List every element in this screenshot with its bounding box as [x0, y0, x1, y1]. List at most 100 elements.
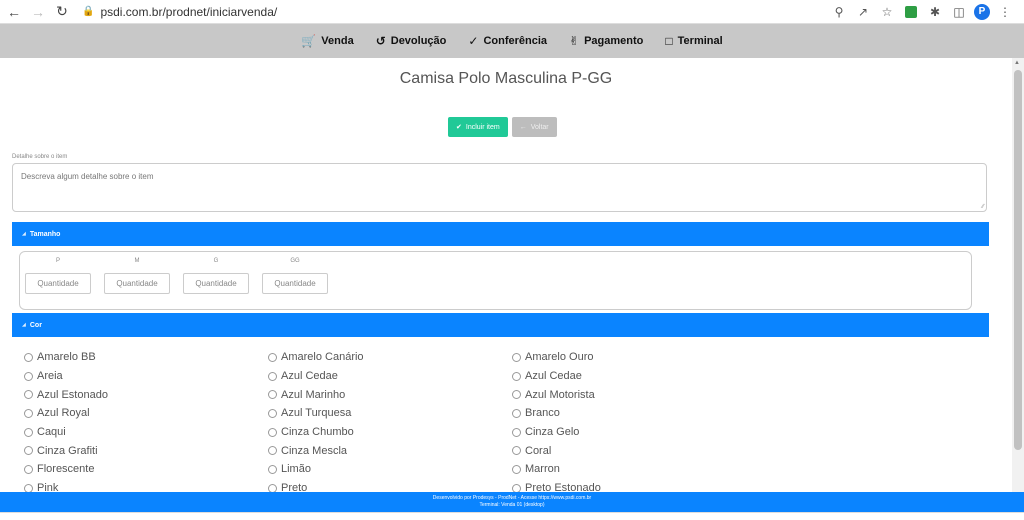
color-radio[interactable] [512, 390, 521, 400]
nav-pagamento[interactable]: ✌ Pagamento [569, 34, 643, 48]
color-radio[interactable] [24, 390, 33, 400]
share-icon[interactable]: ↗ [854, 3, 872, 21]
color-option[interactable]: Amarelo Canário [268, 351, 512, 363]
color-option[interactable]: Azul Royal [24, 407, 268, 419]
color-radio[interactable] [268, 408, 277, 418]
color-option[interactable]: Marron [512, 463, 756, 475]
color-option[interactable]: Pink [24, 482, 268, 492]
color-option-label: Amarelo BB [37, 351, 96, 364]
color-radio[interactable] [512, 371, 521, 381]
caret-icon: ◢ [22, 322, 26, 328]
color-radio[interactable] [512, 352, 521, 362]
extension-green-icon[interactable] [902, 3, 920, 21]
color-option[interactable]: Preto Estonado [512, 482, 756, 492]
forward-arrow-icon[interactable]: → [28, 2, 48, 22]
profile-avatar[interactable]: P [974, 3, 990, 20]
color-option[interactable]: Areia [24, 370, 268, 382]
nav-conferencia-label: Conferência [483, 35, 548, 47]
kebab-menu-icon[interactable]: ⋮ [996, 3, 1014, 21]
color-radio[interactable] [512, 446, 521, 456]
color-option-label: Cinza Grafiti [37, 444, 98, 457]
zoom-icon[interactable]: ⚲ [830, 3, 848, 21]
color-option[interactable]: Azul Cedae [512, 370, 756, 382]
color-option[interactable]: Azul Motorista [512, 389, 756, 401]
color-option-label: Azul Motorista [525, 388, 595, 401]
color-radio[interactable] [24, 446, 33, 456]
nav-devolucao[interactable]: ↺ Devolução [376, 34, 447, 48]
color-radio[interactable] [268, 464, 277, 474]
lock-icon[interactable]: 🔒 [82, 6, 94, 17]
color-option[interactable]: Azul Turquesa [268, 407, 512, 419]
color-radio[interactable] [512, 464, 521, 474]
reload-icon[interactable]: ↻ [52, 2, 72, 22]
color-option[interactable]: Cinza Grafiti [24, 445, 268, 457]
back-label: Voltar [530, 123, 549, 131]
size-col-p: P Quantidade [25, 258, 91, 294]
color-radio[interactable] [24, 464, 33, 474]
sidebar-icon[interactable]: ◫ [950, 3, 968, 21]
quantity-placeholder: Quantidade [37, 279, 79, 288]
size-label-g: G [213, 258, 219, 264]
color-option[interactable]: Azul Cedae [268, 370, 512, 382]
color-row: Azul Royal Azul Turquesa Branco [24, 404, 764, 423]
include-item-button[interactable]: ✔ Incluir item [448, 117, 508, 137]
color-option[interactable]: Caqui [24, 426, 268, 438]
resize-handle-icon[interactable]: ∕∕ [982, 204, 984, 210]
size-section-header[interactable]: ◢ Tamanho [12, 222, 989, 246]
color-radio[interactable] [268, 446, 277, 456]
arrow-left-icon: ← [519, 123, 527, 131]
color-option-label: Cinza Chumbo [281, 426, 354, 439]
color-radio[interactable] [512, 427, 521, 437]
color-option[interactable]: Cinza Gelo [512, 426, 756, 438]
back-button[interactable]: ← Voltar [511, 117, 557, 137]
size-col-gg: GG Quantidade [262, 258, 328, 294]
color-option[interactable]: Limão [268, 463, 512, 475]
color-option[interactable]: Cinza Mescla [268, 445, 512, 457]
scrollbar-thumb[interactable] [1014, 70, 1022, 450]
quantity-input-p[interactable]: Quantidade [25, 273, 91, 294]
color-radio[interactable] [24, 427, 33, 437]
color-radio[interactable] [24, 352, 33, 362]
color-option[interactable]: Azul Marinho [268, 389, 512, 401]
color-radio[interactable] [268, 371, 277, 381]
quantity-input-m[interactable]: Quantidade [104, 273, 170, 294]
monitor-icon: □ [665, 34, 673, 48]
star-icon[interactable]: ☆ [878, 3, 896, 21]
color-radio[interactable] [512, 408, 521, 418]
color-radio[interactable] [24, 483, 33, 492]
color-radio[interactable] [268, 390, 277, 400]
color-option-label: Amarelo Ouro [525, 351, 594, 364]
color-radio[interactable] [268, 483, 277, 492]
quantity-input-g[interactable]: Quantidade [183, 273, 249, 294]
detail-placeholder: Descreva algum detalhe sobre o item [21, 172, 154, 181]
quantity-input-gg[interactable]: Quantidade [262, 273, 328, 294]
color-radio[interactable] [24, 371, 33, 381]
color-option[interactable]: Cinza Chumbo [268, 426, 512, 438]
color-radio[interactable] [24, 408, 33, 418]
nav-venda[interactable]: 🛒 Venda [301, 34, 353, 48]
color-option[interactable]: Florescente [24, 463, 268, 475]
detail-textarea[interactable]: Descreva algum detalhe sobre o item ∕∕ [12, 163, 987, 212]
color-radio[interactable] [268, 352, 277, 362]
color-option[interactable]: Coral [512, 445, 756, 457]
color-radio[interactable] [268, 427, 277, 437]
page-scrollbar[interactable]: ▲ [1012, 58, 1024, 492]
color-option[interactable]: Branco [512, 407, 756, 419]
nav-terminal[interactable]: □ Terminal [665, 34, 722, 48]
nav-pagamento-label: Pagamento [584, 35, 644, 47]
address-bar[interactable]: psdi.com.br/prodnet/iniciarvenda/ [100, 5, 277, 19]
color-option[interactable]: Preto [268, 482, 512, 492]
hand-money-icon: ✌ [569, 34, 580, 48]
color-option-label: Cinza Gelo [525, 426, 580, 439]
puzzle-icon[interactable]: ✱ [926, 3, 944, 21]
color-option-label: Azul Turquesa [281, 407, 352, 420]
color-option[interactable]: Azul Estonado [24, 389, 268, 401]
color-option[interactable]: Amarelo Ouro [512, 351, 756, 363]
color-radio[interactable] [512, 483, 521, 492]
color-option-label: Amarelo Canário [281, 351, 364, 364]
color-option[interactable]: Amarelo BB [24, 351, 268, 363]
back-arrow-icon[interactable]: ← [4, 2, 24, 22]
scroll-up-icon[interactable]: ▲ [1014, 60, 1020, 66]
nav-conferencia[interactable]: ✓ Conferência [468, 34, 547, 48]
color-section-header[interactable]: ◢ Cor [12, 313, 989, 337]
